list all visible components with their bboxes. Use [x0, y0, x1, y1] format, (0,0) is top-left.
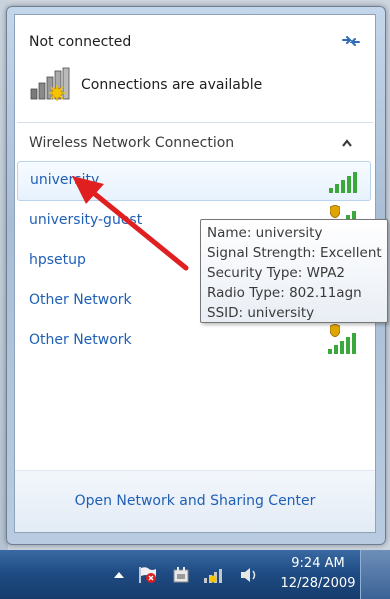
action-center-button[interactable]: [135, 550, 161, 599]
network-name: university: [30, 172, 100, 188]
tooltip-security-type: Security Type: WPA2: [207, 265, 346, 281]
taskbar: 9:24 AM 12/28/2009: [0, 550, 390, 599]
network-available-icon: [30, 67, 70, 101]
divider: [17, 122, 373, 123]
show-hidden-icons-button[interactable]: [108, 550, 130, 599]
chevron-up-icon[interactable]: [340, 137, 354, 149]
device-tray-button[interactable]: [168, 550, 194, 599]
tooltip-radio-type: Radio Type: 802.11agn: [207, 285, 362, 301]
flag-error-icon: [139, 566, 156, 583]
clock-time[interactable]: 9:24 AM: [286, 556, 350, 571]
speaker-icon: [241, 567, 256, 582]
tooltip-signal-strength: Signal Strength: Excellent: [207, 245, 382, 261]
section-title: Wireless Network Connection: [29, 135, 235, 151]
network-tray-button[interactable]: [200, 550, 230, 599]
clock-date[interactable]: 12/28/2009: [276, 576, 360, 591]
open-network-sharing-center-link[interactable]: Open Network and Sharing Center: [15, 493, 375, 509]
network-details-tooltip: Name: university Signal Strength: Excell…: [200, 219, 388, 323]
plug-icon: [173, 566, 189, 582]
volume-button[interactable]: [236, 550, 262, 599]
signal-strength-icon: [328, 333, 356, 354]
tooltip-name: Name: university: [207, 225, 323, 241]
network-item-other-network[interactable]: Other Network: [15, 321, 375, 361]
network-name: Other Network: [29, 292, 132, 308]
network-available-icon: [204, 568, 222, 583]
network-item-university[interactable]: university: [17, 161, 371, 201]
network-name: Other Network: [29, 332, 132, 348]
connection-status: Not connected Connections are available: [15, 15, 375, 125]
network-name: hpsetup: [29, 252, 86, 268]
refresh-icon: [342, 36, 360, 46]
status-title: Not connected: [29, 34, 132, 50]
wireless-section-header[interactable]: Wireless Network Connection: [15, 125, 375, 161]
flyout-footer: Open Network and Sharing Center: [15, 471, 375, 532]
signal-strength-icon: [329, 172, 357, 193]
show-desktop-button[interactable]: [360, 550, 390, 599]
tooltip-ssid: SSID: university: [207, 305, 315, 321]
network-name: university-guest: [29, 212, 143, 228]
connections-available-row: Connections are available: [29, 67, 329, 101]
refresh-button[interactable]: [338, 29, 364, 53]
chevron-up-icon: [114, 571, 124, 578]
connections-available-text: Connections are available: [81, 77, 263, 93]
